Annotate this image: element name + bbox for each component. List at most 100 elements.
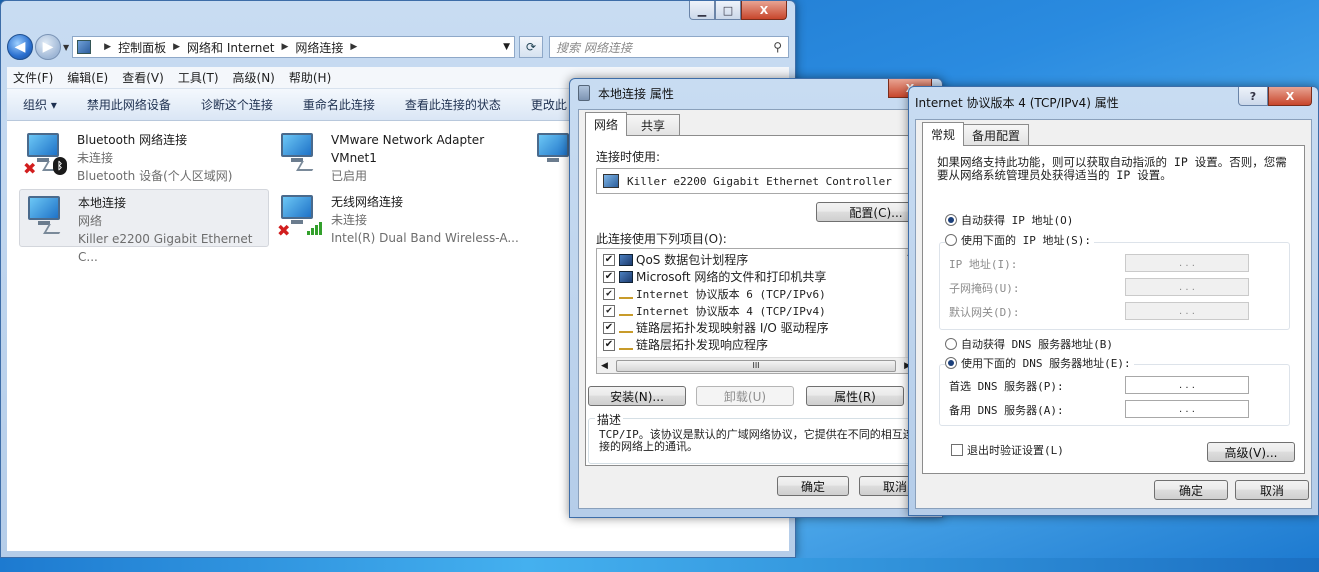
scroll-left-icon[interactable]: ◀ bbox=[601, 361, 608, 371]
control-panel-icon bbox=[77, 40, 92, 54]
organize-button[interactable]: 组织 ▾ bbox=[23, 96, 57, 113]
qos-icon bbox=[619, 253, 633, 266]
connection-bluetooth[interactable]: ✖ ᛒ Bluetooth 网络连接 未连接 Bluetooth 设备(个人区域… bbox=[19, 127, 269, 185]
protocol-icon bbox=[619, 310, 633, 316]
minimize-button[interactable]: ▁ bbox=[689, 1, 715, 20]
tab-general[interactable]: 常规 bbox=[922, 122, 965, 146]
uninstall-button[interactable]: 卸载(U) bbox=[696, 386, 794, 406]
connection-vmware[interactable]: VMware Network Adapter VMnet1 已启用 bbox=[273, 127, 523, 185]
ok-button[interactable]: 确定 bbox=[1154, 480, 1228, 500]
menu-help[interactable]: 帮助(H) bbox=[289, 69, 331, 86]
connection-device: Bluetooth 设备(个人区域网) bbox=[77, 169, 233, 183]
checkbox[interactable]: ✔ bbox=[603, 304, 615, 317]
items-label: 此连接使用下列项目(O): bbox=[596, 232, 727, 246]
subnet-mask-field[interactable]: . . . bbox=[1125, 278, 1249, 296]
list-item[interactable]: ✔ 链路层拓扑发现响应程序 bbox=[597, 336, 915, 353]
local-connection-properties-dialog: 本地连接 属性 X 网络 共享 连接时使用: Killer e2200 Giga… bbox=[569, 78, 943, 518]
refresh-button[interactable]: ⟳ bbox=[519, 36, 543, 58]
menu-file[interactable]: 文件(F) bbox=[13, 69, 53, 86]
preferred-dns-field[interactable]: . . . bbox=[1125, 376, 1249, 394]
radio-button[interactable] bbox=[945, 214, 957, 226]
network-adapter-icon bbox=[578, 85, 590, 101]
breadcrumb-separator-icon[interactable]: ▶ bbox=[173, 42, 180, 52]
breadcrumb-separator-icon[interactable]: ▶ bbox=[350, 42, 357, 52]
diagnose-button[interactable]: 诊断这个连接 bbox=[201, 96, 273, 113]
checkbox[interactable] bbox=[951, 444, 963, 456]
view-status-button[interactable]: 查看此连接的状态 bbox=[405, 96, 501, 113]
breadcrumb-network-connections[interactable]: 网络连接 bbox=[295, 39, 343, 56]
manual-ip-option[interactable]: 使用下面的 IP 地址(S): bbox=[945, 232, 1094, 248]
connection-wireless[interactable]: ✖ 无线网络连接 未连接 Intel(R) Dual Band Wireless… bbox=[273, 189, 523, 247]
radio-button[interactable] bbox=[945, 338, 957, 350]
checkbox[interactable]: ✔ bbox=[603, 270, 615, 283]
network-computer-icon bbox=[24, 194, 68, 238]
disable-device-button[interactable]: 禁用此网络设备 bbox=[87, 96, 171, 113]
install-button[interactable]: 安装(N)... bbox=[588, 386, 686, 406]
tab-network[interactable]: 网络 bbox=[585, 112, 628, 136]
description-group: 描述 TCP/IP。该协议是默认的广域网络协议，它提供在不同的相互连接的网络上的… bbox=[588, 411, 924, 464]
breadcrumb-separator-icon[interactable]: ▶ bbox=[104, 42, 111, 52]
connect-using-label: 连接时使用: bbox=[596, 150, 661, 164]
radio-button[interactable] bbox=[945, 234, 957, 246]
back-button[interactable]: ◀ bbox=[7, 34, 33, 60]
description-text: TCP/IP。该协议是默认的广域网络协议，它提供在不同的相互连接的网络上的通讯。 bbox=[599, 428, 914, 453]
manual-dns-option[interactable]: 使用下面的 DNS 服务器地址(E): bbox=[945, 355, 1134, 371]
tab-strip: 网络 共享 bbox=[585, 112, 681, 136]
ok-button[interactable]: 确定 bbox=[777, 476, 849, 496]
list-item[interactable]: ✔ QoS 数据包计划程序 bbox=[597, 251, 915, 268]
item-label: Microsoft 网络的文件和打印机共享 bbox=[636, 270, 827, 284]
address-dropdown-icon[interactable]: ▼ bbox=[503, 42, 510, 52]
close-button[interactable]: X bbox=[741, 1, 787, 20]
list-item[interactable]: ✔ Internet 协议版本 6 (TCP/IPv6) bbox=[597, 285, 915, 302]
horizontal-scrollbar[interactable]: ◀ III ▶ bbox=[597, 357, 915, 373]
change-settings-button[interactable]: 更改此 bbox=[531, 96, 567, 113]
checkbox[interactable]: ✔ bbox=[603, 287, 615, 300]
list-item[interactable]: ✔ Microsoft 网络的文件和打印机共享 bbox=[597, 268, 915, 285]
list-item[interactable]: ✔ 链路层拓扑发现映射器 I/O 驱动程序 bbox=[597, 319, 915, 336]
connection-status: VMnet1 bbox=[331, 151, 377, 165]
search-icon[interactable]: ⚲ bbox=[773, 40, 782, 54]
ip-address-field[interactable]: . . . bbox=[1125, 254, 1249, 272]
components-list[interactable]: ✔ QoS 数据包计划程序 ✔ Microsoft 网络的文件和打印机共享 ✔ … bbox=[596, 248, 916, 374]
close-button[interactable]: X bbox=[1268, 87, 1312, 106]
dialog-body: 常规 备用配置 如果网络支持此功能，则可以获取自动指派的 IP 设置。否则，您需… bbox=[915, 119, 1312, 509]
intro-text: 如果网络支持此功能，则可以获取自动指派的 IP 设置。否则，您需要从网络系统管理… bbox=[937, 155, 1287, 182]
rename-button[interactable]: 重命名此连接 bbox=[303, 96, 375, 113]
validate-settings-option[interactable]: 退出时验证设置(L) bbox=[951, 442, 1064, 458]
gateway-field[interactable]: . . . bbox=[1125, 302, 1249, 320]
checkbox[interactable]: ✔ bbox=[603, 253, 615, 266]
checkbox[interactable]: ✔ bbox=[603, 338, 615, 351]
list-item[interactable]: ✔ Internet 协议版本 4 (TCP/IPv4) bbox=[597, 302, 915, 319]
network-computer-icon bbox=[277, 131, 321, 175]
checkbox[interactable]: ✔ bbox=[603, 321, 615, 334]
item-label: QoS 数据包计划程序 bbox=[636, 253, 749, 267]
connection-local-area[interactable]: 本地连接 网络 Killer e2200 Gigabit Ethernet C.… bbox=[19, 189, 269, 264]
properties-button[interactable]: 属性(R) bbox=[806, 386, 904, 406]
forward-button[interactable]: ▶ bbox=[35, 34, 61, 60]
tab-alternate-config[interactable]: 备用配置 bbox=[963, 124, 1030, 146]
address-bar[interactable]: ▶ 控制面板 ▶ 网络和 Internet ▶ 网络连接 ▶ ▼ bbox=[72, 36, 515, 58]
connection-status: 未连接 bbox=[77, 151, 114, 165]
auto-ip-option[interactable]: 自动获得 IP 地址(O) bbox=[945, 212, 1073, 228]
menu-edit[interactable]: 编辑(E) bbox=[67, 69, 108, 86]
connection-status: 未连接 bbox=[331, 213, 368, 227]
search-input[interactable]: 搜索 网络连接 ⚲ bbox=[549, 36, 789, 58]
help-button[interactable]: ? bbox=[1238, 87, 1268, 106]
menu-advanced[interactable]: 高级(N) bbox=[233, 69, 275, 86]
breadcrumb-separator-icon[interactable]: ▶ bbox=[281, 42, 288, 52]
maximize-button[interactable]: □ bbox=[715, 1, 741, 20]
scroll-thumb[interactable]: III bbox=[615, 359, 897, 372]
item-label: Internet 协议版本 4 (TCP/IPv4) bbox=[636, 304, 826, 318]
radio-button[interactable] bbox=[945, 357, 957, 369]
advanced-button[interactable]: 高级(V)... bbox=[1207, 442, 1295, 462]
menu-tools[interactable]: 工具(T) bbox=[178, 69, 219, 86]
breadcrumb-control-panel[interactable]: 控制面板 bbox=[118, 39, 166, 56]
adapter-name: Killer e2200 Gigabit Ethernet Controller bbox=[627, 174, 892, 188]
breadcrumb-network-internet[interactable]: 网络和 Internet bbox=[187, 39, 274, 56]
alternate-dns-field[interactable]: . . . bbox=[1125, 400, 1249, 418]
menu-view[interactable]: 查看(V) bbox=[122, 69, 164, 86]
recent-pages-chevron-icon[interactable]: ▼ bbox=[63, 43, 69, 52]
auto-dns-option[interactable]: 自动获得 DNS 服务器地址(B) bbox=[945, 336, 1113, 352]
cancel-button[interactable]: 取消 bbox=[1235, 480, 1309, 500]
tab-sharing[interactable]: 共享 bbox=[626, 114, 681, 136]
